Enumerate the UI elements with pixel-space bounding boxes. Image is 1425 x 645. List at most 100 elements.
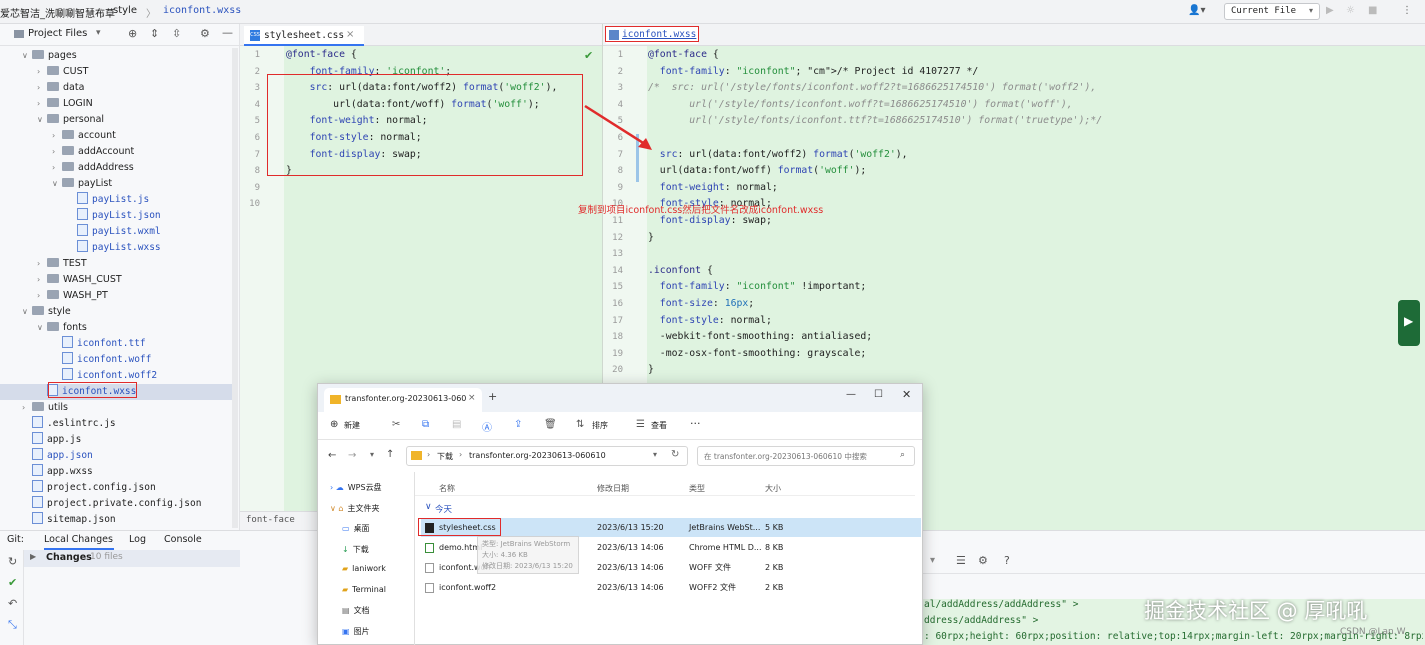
code-line[interactable]: font-family: "iconfont" !important; (648, 279, 866, 295)
tree-file[interactable]: payList.json (0, 208, 232, 224)
minimize-icon[interactable]: — (846, 389, 856, 400)
stop-icon[interactable]: ■ (1368, 5, 1377, 16)
chevron-down-icon[interactable]: ▾ (370, 450, 374, 459)
gear-icon[interactable]: ⚙ (200, 27, 210, 40)
refresh-icon[interactable]: ↻ (8, 555, 17, 568)
tree-folder[interactable]: › data (0, 80, 232, 96)
search-input[interactable]: 在 transfonter.org-20230613-060610 中搜索 (704, 451, 867, 462)
forward-icon[interactable]: → (348, 450, 356, 461)
align-icon[interactable]: ☰ (956, 554, 966, 567)
expand-all-icon[interactable]: ⇕ (150, 27, 159, 40)
tree-folder[interactable]: › addAddress (0, 160, 232, 176)
tree-folder[interactable]: › utils (0, 400, 232, 416)
search-icon[interactable]: ⌕ (900, 450, 905, 460)
code-line[interactable]: url('/style/fonts/iconfont.woff?t=168662… (648, 97, 1072, 113)
code-line[interactable]: url('/style/fonts/iconfont.ttf?t=1686625… (648, 113, 1102, 129)
tree-folder[interactable]: › addAccount (0, 144, 232, 160)
view-icon[interactable]: ☰ (636, 419, 645, 430)
close-icon[interactable]: × (346, 29, 354, 40)
code-line[interactable]: @font-face { (286, 47, 357, 63)
chevron-right-icon[interactable]: › (37, 256, 47, 272)
tree-file[interactable]: payList.js (0, 192, 232, 208)
address-bar[interactable]: › 下载 › transfonter.org-20230613-060610 ▾… (406, 446, 688, 466)
run-config-select[interactable]: Current File ▾ (1224, 3, 1320, 20)
editor-breadcrumb[interactable]: font-face (246, 515, 295, 525)
code-line[interactable]: font-size: 16px; (648, 296, 754, 312)
chevron-down-icon[interactable]: ∨ (52, 176, 62, 192)
tree-file[interactable]: .eslintrc.js (0, 416, 232, 432)
tree-file[interactable]: app.json (0, 448, 232, 464)
explorer-tab[interactable]: transfonter.org-20230613-060 × (324, 388, 482, 412)
tree-folder[interactable]: › LOGIN (0, 96, 232, 112)
code-line[interactable]: } (648, 230, 654, 246)
tab-console[interactable]: Console (164, 534, 202, 545)
paste-icon[interactable]: ▤ (452, 419, 461, 430)
nav-item[interactable]: › ☁ WPS云盘 (330, 482, 382, 493)
update-icon[interactable]: ⤡ (8, 618, 17, 632)
chevron-down-icon[interactable]: ∨ (37, 320, 47, 336)
column-name[interactable]: 名称 (439, 483, 455, 494)
chevron-right-icon[interactable]: › (52, 128, 62, 144)
tree-file[interactable]: payList.wxml (0, 224, 232, 240)
copy-icon[interactable]: ⧉ (422, 419, 429, 430)
run-icon[interactable]: ▶ (1326, 5, 1334, 16)
tree-folder[interactable]: ∨ style (0, 304, 232, 320)
help-icon[interactable]: ? (1004, 554, 1010, 567)
nav-item[interactable]: ∨ ⌂ 主文件夹 (330, 503, 379, 514)
search-box[interactable]: 在 transfonter.org-20230613-060610 中搜索 ⌕ (697, 446, 915, 466)
chevron-right-icon[interactable]: › (37, 80, 47, 96)
close-icon[interactable]: × (468, 393, 476, 403)
collapse-all-icon[interactable]: ⇳ (172, 27, 181, 40)
code-line[interactable]: -webkit-font-smoothing: antialiased; (648, 329, 872, 345)
path-segment[interactable]: transfonter.org-20230613-060610 (469, 451, 606, 460)
tab-local-changes[interactable]: Local Changes (44, 534, 113, 545)
tree-folder[interactable]: › account (0, 128, 232, 144)
rename-icon[interactable]: Ⓐ (482, 419, 492, 434)
file-row[interactable]: iconfont.woff2 2023/6/13 14:06 WOFF2 文件 2 K… (421, 578, 921, 597)
column-date[interactable]: 修改日期 (597, 483, 629, 494)
chevron-right-icon[interactable]: › (52, 144, 62, 160)
nav-item[interactable]: ▰ Terminal (342, 585, 386, 594)
view-button[interactable]: 查看 (651, 420, 667, 431)
tree-folder[interactable]: ∨ fonts (0, 320, 232, 336)
chevron-down-icon[interactable]: ▾ (930, 555, 935, 566)
tree-file[interactable]: sitemap.json (0, 512, 232, 528)
chevron-down-icon[interactable]: ▾ (96, 28, 101, 38)
code-line[interactable]: url(data:font/woff) format('woff'); (648, 163, 866, 179)
sort-icon[interactable]: ⇅ (576, 419, 584, 430)
up-icon[interactable]: ↑ (386, 449, 394, 460)
tab-log[interactable]: Log (129, 534, 146, 545)
code-line[interactable]: /* src: url('/style/fonts/iconfont.woff2… (648, 80, 1096, 96)
tree-file[interactable]: app.js (0, 432, 232, 448)
minimize-icon[interactable]: — (222, 26, 233, 39)
tree-file[interactable]: project.private.config.json (0, 496, 232, 512)
new-tab-icon[interactable]: + (488, 390, 497, 403)
column-size[interactable]: 大小 (765, 483, 781, 494)
tree-file[interactable]: iconfont.ttf (0, 336, 232, 352)
code-line[interactable]: src: url(data:font/woff2) format('woff2'… (648, 147, 908, 163)
tree-folder[interactable]: › TEST (0, 256, 232, 272)
code-line[interactable]: font-style: normal; (648, 313, 772, 329)
new-button[interactable]: 新建 (344, 420, 360, 431)
nav-item[interactable]: ↓ 下载 (342, 544, 369, 555)
back-icon[interactable]: ← (328, 450, 336, 461)
chevron-down-icon[interactable]: ∨ (22, 48, 32, 64)
nav-item[interactable]: ▭ 桌面 (342, 523, 370, 534)
code-line[interactable]: -moz-osx-font-smoothing: grayscale; (648, 346, 866, 362)
chevron-right-icon[interactable]: › (52, 160, 62, 176)
share-icon[interactable]: ⇪ (514, 419, 522, 430)
chevron-right-icon[interactable]: › (22, 400, 32, 416)
group-header[interactable]: ∨ (425, 502, 432, 512)
path-segment[interactable]: 下载 (437, 451, 453, 462)
delete-icon[interactable]: 🗑 (544, 419, 557, 430)
chevron-down-icon[interactable]: ∨ (22, 304, 32, 320)
code-line[interactable]: @font-face { (648, 47, 719, 63)
sort-button[interactable]: 排序 (592, 420, 608, 431)
tree-folder[interactable]: ∨ payList (0, 176, 232, 192)
tree-file[interactable]: project.config.json (0, 480, 232, 496)
chevron-right-icon[interactable]: › (37, 96, 47, 112)
tree-folder[interactable]: ∨ personal (0, 112, 232, 128)
tree-file[interactable]: iconfont.woff (0, 352, 232, 368)
user-icon[interactable]: 👤▾ (1188, 5, 1205, 16)
breadcrumb-file[interactable]: iconfont.wxss (163, 5, 241, 16)
